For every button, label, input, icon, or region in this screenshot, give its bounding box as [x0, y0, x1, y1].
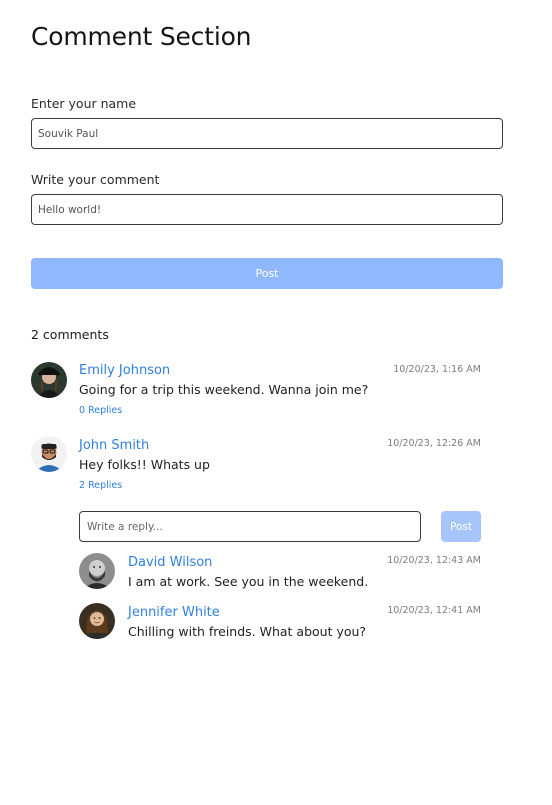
comment-text: Hey folks!! Whats up — [79, 457, 210, 472]
comment-author-name[interactable]: John Smith — [79, 438, 149, 453]
reply-timestamp: 10/20/23, 12:41 AM — [387, 605, 481, 616]
reply-item — [79, 553, 115, 589]
post-comment-button[interactable]: Post — [31, 258, 503, 289]
comment-text: Going for a trip this weekend. Wanna joi… — [79, 382, 369, 397]
comment-item — [31, 362, 67, 398]
name-input[interactable] — [31, 118, 503, 149]
comment-section-page: Comment Section Enter your name Write yo… — [0, 0, 552, 805]
page-title: Comment Section — [31, 22, 252, 51]
avatar — [31, 362, 67, 398]
reply-timestamp: 10/20/23, 12:43 AM — [387, 555, 481, 566]
reply-post-button[interactable]: Post — [441, 511, 481, 542]
reply-item — [79, 603, 115, 639]
comment-item — [31, 436, 67, 472]
avatar — [79, 603, 115, 639]
reply-author-name[interactable]: Jennifer White — [128, 605, 220, 620]
comments-count: 2 comments — [31, 327, 109, 342]
avatar — [31, 436, 67, 472]
comment-timestamp: 10/20/23, 1:16 AM — [393, 364, 481, 375]
reply-author-name[interactable]: David Wilson — [128, 555, 212, 570]
reply-input[interactable] — [79, 511, 421, 542]
comment-input[interactable] — [31, 194, 503, 225]
replies-toggle[interactable]: 0 Replies — [79, 405, 122, 416]
replies-toggle[interactable]: 2 Replies — [79, 480, 122, 491]
reply-text: Chilling with freinds. What about you? — [128, 624, 367, 639]
name-label: Enter your name — [31, 96, 137, 111]
comment-author-name[interactable]: Emily Johnson — [79, 363, 170, 378]
comment-timestamp: 10/20/23, 12:26 AM — [387, 438, 481, 449]
reply-text: I am at work. See you in the weekend. — [128, 574, 369, 589]
avatar — [79, 553, 115, 589]
comment-label: Write your comment — [31, 172, 160, 187]
